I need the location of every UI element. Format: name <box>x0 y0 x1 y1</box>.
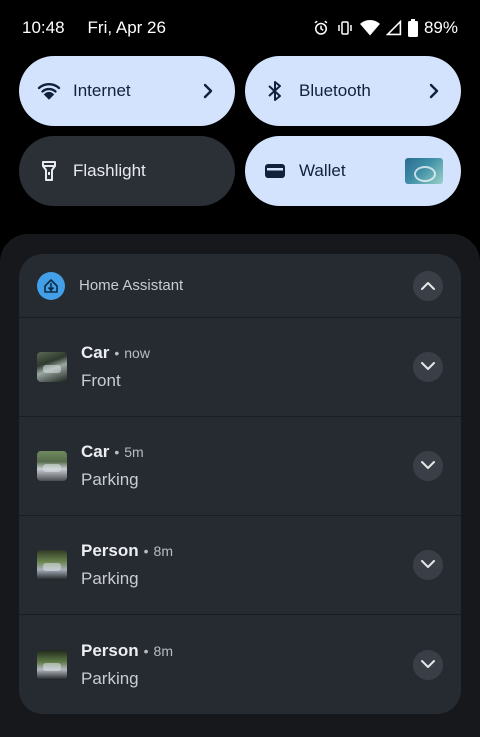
separator-dot: • <box>143 543 149 559</box>
chevron-down-icon <box>421 656 435 674</box>
notification-text: Person • 8m Parking <box>81 541 413 589</box>
expand-button[interactable] <box>413 550 443 580</box>
status-time: 10:48 <box>22 18 65 37</box>
expand-button[interactable] <box>413 649 443 680</box>
notification-body: Parking <box>81 569 139 588</box>
tile-wallet[interactable]: Wallet <box>245 136 461 206</box>
notification-time: 8m <box>153 642 173 659</box>
notification-time: 5m <box>124 444 144 460</box>
status-bar: 10:48 Fri, Apr 26 89% <box>0 0 480 56</box>
notification-title: Person <box>81 640 139 660</box>
tile-flashlight-label: Flashlight <box>73 161 146 180</box>
separator-dot: • <box>114 444 120 460</box>
quick-settings-tiles: Internet Bluetooth Flashlight Wallet <box>19 56 461 206</box>
home-assistant-icon <box>37 271 65 300</box>
notification-time: now <box>124 345 150 361</box>
notification-title-line: Car • 5m <box>81 442 413 462</box>
camera-snapshot-thumbnail <box>37 649 67 680</box>
android-notification-shade: 10:48 Fri, Apr 26 89% Internet Bluetooth… <box>0 0 480 737</box>
notification-body: Parking <box>81 470 139 489</box>
separator-dot: • <box>143 642 149 659</box>
wallet-icon <box>263 159 287 183</box>
camera-snapshot-thumbnail <box>37 352 67 382</box>
wifi-icon <box>37 79 61 103</box>
expand-button[interactable] <box>413 352 443 382</box>
expand-button[interactable] <box>413 451 443 481</box>
payment-card-thumbnail <box>405 158 443 184</box>
status-icons: 89% <box>312 18 458 38</box>
signal-icon <box>385 20 402 36</box>
chevron-right-icon <box>425 82 443 100</box>
notification-group-header[interactable]: Home Assistant <box>19 254 461 318</box>
notification-title-line: Car • now <box>81 343 413 363</box>
notification-item[interactable]: Car • now Front <box>19 318 461 417</box>
app-name: Home Assistant <box>79 277 184 294</box>
chevron-down-icon <box>421 556 435 574</box>
collapse-button[interactable] <box>413 270 443 301</box>
separator-dot: • <box>114 345 120 361</box>
battery-percent: 89% <box>423 18 458 37</box>
tile-internet-label: Internet <box>73 81 131 100</box>
notification-group[interactable]: Home Assistant Car • now Front Car • 5m … <box>19 254 461 714</box>
tile-internet[interactable]: Internet <box>19 56 235 126</box>
notification-title-line: Person • 8m <box>81 541 413 561</box>
wifi-icon <box>359 19 380 37</box>
chevron-right-icon <box>199 82 217 100</box>
tile-wallet-label: Wallet <box>299 161 346 180</box>
flashlight-icon <box>37 159 61 183</box>
tile-bluetooth[interactable]: Bluetooth <box>245 56 461 126</box>
notification-title: Person <box>81 541 139 560</box>
notification-item[interactable]: Car • 5m Parking <box>19 417 461 516</box>
notification-title: Car <box>81 343 110 362</box>
notification-title-line: Person • 8m <box>81 641 413 661</box>
notification-text: Car • now Front <box>81 343 413 391</box>
chevron-down-icon <box>421 358 435 376</box>
notification-item[interactable]: Person • 8m Parking <box>19 516 461 615</box>
tile-bluetooth-label: Bluetooth <box>299 81 371 100</box>
camera-snapshot-thumbnail <box>37 451 67 481</box>
notification-body: Parking <box>81 668 139 688</box>
tile-flashlight[interactable]: Flashlight <box>19 136 235 206</box>
battery-icon <box>407 19 418 37</box>
status-date: Fri, Apr 26 <box>87 18 166 37</box>
notification-time: 8m <box>153 543 173 559</box>
chevron-up-icon <box>421 277 435 295</box>
notification-item[interactable]: Person • 8m Parking <box>19 615 461 714</box>
notification-body: Front <box>81 371 121 390</box>
chevron-down-icon <box>421 457 435 475</box>
alarm-icon <box>312 19 330 37</box>
notification-title: Car <box>81 442 110 461</box>
bluetooth-icon <box>263 79 287 103</box>
vibrate-icon <box>336 19 354 37</box>
camera-snapshot-thumbnail <box>37 550 67 580</box>
notification-text: Person • 8m Parking <box>81 641 413 689</box>
notification-text: Car • 5m Parking <box>81 442 413 490</box>
